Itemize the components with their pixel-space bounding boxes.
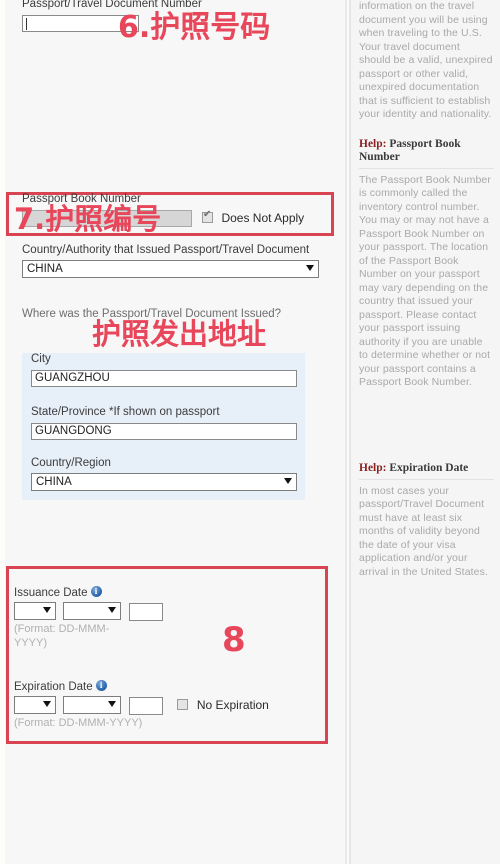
field-state-province: State/Province *If shown on passport: [31, 405, 297, 440]
chevron-down-icon-5: [43, 701, 51, 707]
expiration-day-select[interactable]: [14, 696, 56, 714]
issued-where-label: Where was the Passport/Travel Document I…: [22, 308, 282, 320]
help-sidebar: information on the travel document you w…: [349, 0, 500, 864]
issuance-date-label-text: Issuance Date: [14, 587, 88, 599]
help-spacer-2: [359, 390, 494, 462]
issuance-date-format-hint: (Format: DD-MMM-YYYY): [14, 623, 110, 650]
help-body-passport-book-number: The Passport Book Number is commonly cal…: [359, 173, 491, 389]
help-title-passport-book-number: Help: Passport Book Number: [359, 138, 494, 164]
does-not-apply-label: Does Not Apply: [221, 211, 305, 225]
column-divider: [345, 0, 347, 864]
help-section-passport-book-number: Help: Passport Book Number The Passport …: [359, 138, 494, 390]
help-title-text-2: Expiration Date: [389, 461, 469, 474]
expiration-date-inputs: No Expiration: [14, 696, 269, 716]
state-province-label: State/Province *If shown on passport: [31, 406, 220, 418]
issuance-year-input[interactable]: [128, 603, 163, 622]
chevron-down-icon: [306, 265, 314, 271]
help-body-expiration-date: In most cases your passport/Travel Docum…: [359, 484, 488, 578]
issuance-date-label: Issuance Date: [14, 585, 163, 600]
does-not-apply-control[interactable]: Does Not Apply: [202, 209, 304, 227]
state-province-input[interactable]: [31, 422, 297, 440]
country-region-label: Country/Region: [31, 457, 111, 469]
text-caret: [26, 18, 27, 30]
field-passport-number: Passport/Travel Document Number: [22, 0, 322, 32]
field-expiration-date: Expiration Date No Expiration (Format: D…: [14, 679, 269, 730]
country-region-select[interactable]: CHINA: [31, 473, 297, 491]
page-root: information on the travel document you w…: [0, 0, 500, 864]
passport-book-number-label: Passport Book Number: [22, 193, 141, 205]
help-label-prefix-2: Help:: [359, 461, 387, 474]
issuing-country-label: Country/Authority that Issued Passport/T…: [22, 244, 310, 256]
passport-number-label: Passport/Travel Document Number: [22, 0, 202, 10]
passport-book-number-input[interactable]: [22, 209, 192, 227]
issuing-country-select[interactable]: CHINA: [22, 260, 319, 278]
help-spacer-1: [359, 124, 494, 138]
field-country-region: Country/Region CHINA: [31, 456, 297, 491]
expiration-date-format-hint: (Format: DD-MMM-YYYY): [14, 717, 143, 730]
no-expiration-checkbox[interactable]: [177, 699, 189, 711]
help-section-expiration-date: Help: Expiration Date In most cases your…: [359, 462, 494, 580]
no-expiration-control[interactable]: No Expiration: [177, 696, 269, 713]
expiration-month-select[interactable]: [63, 696, 122, 714]
help-intro-text: information on the travel document you w…: [359, 0, 493, 120]
expiration-date-label: Expiration Date: [14, 679, 269, 694]
city-input[interactable]: [31, 369, 297, 387]
expiration-year-input[interactable]: [128, 697, 163, 716]
chevron-down-icon-4: [108, 607, 117, 613]
info-icon-2[interactable]: [95, 679, 107, 691]
chevron-down-icon-2: [284, 478, 292, 484]
help-divider-1: [359, 167, 494, 169]
issuance-month-select[interactable]: [63, 602, 122, 620]
passport-number-input[interactable]: [22, 14, 139, 32]
field-city: City: [31, 352, 297, 387]
expiration-date-label-text: Expiration Date: [14, 681, 93, 693]
info-icon[interactable]: [90, 585, 102, 597]
help-label-prefix: Help:: [359, 137, 387, 150]
field-issuance-date: Issuance Date (Format: DD-MMM-YYYY): [14, 585, 163, 650]
issuance-date-inputs: [14, 602, 163, 622]
city-label: City: [31, 353, 51, 365]
chevron-down-icon-3: [43, 607, 51, 613]
issuing-country-value: CHINA: [27, 263, 63, 275]
help-divider-2: [359, 478, 494, 480]
chevron-down-icon-6: [108, 701, 117, 707]
does-not-apply-checkbox[interactable]: [202, 209, 213, 223]
field-issuing-country: Country/Authority that Issued Passport/T…: [22, 243, 324, 278]
help-title-expiration-date: Help: Expiration Date: [359, 462, 494, 475]
country-region-value: CHINA: [36, 476, 72, 488]
issuance-day-select[interactable]: [14, 602, 56, 620]
issued-where-question: Where was the Passport/Travel Document I…: [22, 307, 327, 323]
no-expiration-label: No Expiration: [196, 698, 269, 713]
